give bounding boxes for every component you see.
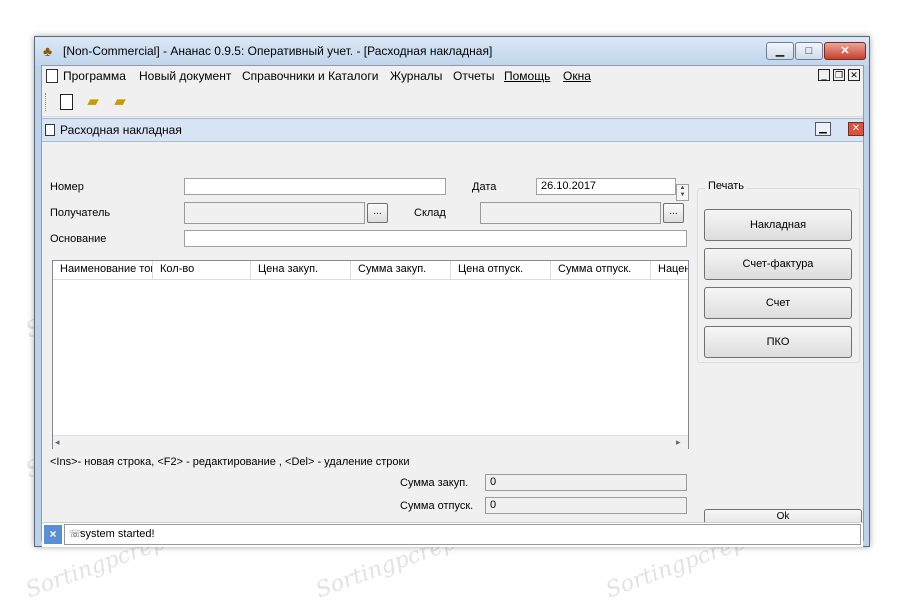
mdi-restore-button[interactable]: ❐ [833,69,845,81]
toolbar: ▰ ▰ [42,88,863,117]
sale-total-field: 0 [485,497,687,514]
menu-bar: Программа Новый документ Справочники и К… [42,66,863,86]
close-icon: ✕ [850,70,858,80]
document-icon [45,124,55,136]
window-title: [Non-Commercial] - Ананас 0.9.5: Операти… [63,44,493,58]
number-label: Номер [50,181,84,193]
menu-program[interactable]: Программа [63,69,126,83]
status-message-panel: ☏ system started! [64,524,861,545]
close-button[interactable]: ✕ [824,42,866,60]
close-icon: ✕ [851,123,861,134]
column-header[interactable]: Кол-во [153,261,251,279]
items-table[interactable]: Наименование товара Кол-во Цена закуп. С… [52,260,689,449]
mdi-minimize-button[interactable]: _ [818,69,830,81]
folder-icon: ▰ [114,93,126,110]
restore-icon: ❐ [834,70,844,80]
document-icon [59,94,73,110]
recipient-browse-button[interactable]: ... [367,203,388,223]
ok-button[interactable]: Ok [704,509,862,523]
column-header[interactable]: Цена отпуск. [451,261,551,279]
chevron-down-icon: ▼ [679,192,686,198]
column-header[interactable]: Сумма закуп. [351,261,451,279]
print-tax-invoice-button[interactable]: Счет-фактура [704,248,852,280]
title-bar[interactable]: ♣ [Non-Commercial] - Ананас 0.9.5: Опера… [35,37,869,65]
column-header[interactable]: Наименование товара [53,261,153,279]
warehouse-browse-button[interactable]: ... [663,203,684,223]
child-window-title-bar[interactable]: Расходная накладная ▁ ✕ [42,118,864,142]
document-icon [46,69,58,83]
client-area: Программа Новый документ Справочники и К… [41,65,864,547]
table-header: Наименование товара Кол-во Цена закуп. С… [53,261,688,280]
menu-reports[interactable]: Отчеты [453,69,494,83]
menu-windows[interactable]: Окна [563,69,591,83]
menu-new-document[interactable]: Новый документ [139,69,231,83]
warehouse-label: Склад [414,207,446,219]
mdi-close-button[interactable]: ✕ [848,69,860,81]
horizontal-scrollbar[interactable]: ◂ ▸ [53,435,688,449]
purchase-total-label: Сумма закуп. [400,477,469,489]
basis-label: Основание [50,233,107,245]
folder-icon: ▰ [87,93,99,110]
date-input[interactable]: 26.10.2017 [536,178,676,195]
maximize-icon: □ [805,45,813,57]
close-icon: ✕ [840,45,850,57]
status-close-button[interactable]: × [44,525,62,544]
main-window: ♣ [Non-Commercial] - Ананас 0.9.5: Опера… [34,36,870,547]
open-folder-button[interactable]: ▰ [83,93,103,111]
minimize-button[interactable]: ▁ [766,42,794,60]
recipient-label: Получатель [50,207,111,219]
print-group-label: Печать [705,180,748,192]
print-invoice-button[interactable]: Накладная [704,209,852,241]
date-label: Дата [472,181,497,193]
open-catalog-button[interactable]: ▰ [110,93,130,111]
menu-help[interactable]: Помощь [504,69,550,83]
arrow-left-icon[interactable]: ◂ [55,437,60,448]
basis-input[interactable] [184,230,687,247]
column-header[interactable]: Цена закуп. [251,261,351,279]
child-window-title: Расходная накладная [60,123,182,137]
toolbar-grip[interactable] [45,93,49,111]
keyboard-hint: <Ins>- новая строка, <F2> - редактирован… [50,456,410,468]
status-message: system started! [80,528,155,540]
maximize-button[interactable]: □ [795,42,823,60]
arrow-right-icon[interactable]: ▸ [676,437,681,448]
warehouse-field[interactable] [480,202,661,224]
number-input[interactable] [184,178,446,195]
purchase-total-field: 0 [485,474,687,491]
child-close-button[interactable]: ✕ [848,122,864,136]
print-receipt-order-button[interactable]: ПКО [704,326,852,358]
menu-directories[interactable]: Справочники и Каталоги [242,69,378,83]
minimize-icon: ▁ [775,45,785,57]
recipient-field[interactable] [184,202,365,224]
child-minimize-button[interactable]: ▁ [815,122,831,136]
chevron-up-icon: ▲ [679,185,686,191]
print-bill-button[interactable]: Счет [704,287,852,319]
minimize-icon: ▁ [819,123,827,134]
column-header[interactable]: Наценка [651,261,688,279]
column-header[interactable]: Сумма отпуск. [551,261,651,279]
date-spinner[interactable]: ▲ ▼ [676,184,689,201]
menu-journals[interactable]: Журналы [390,69,442,83]
minimize-icon: _ [821,70,827,80]
pineapple-icon: ♣ [43,43,53,59]
status-bar: × ☏ system started! [42,522,863,547]
sale-total-label: Сумма отпуск. [400,500,474,512]
new-document-button[interactable] [56,93,76,111]
